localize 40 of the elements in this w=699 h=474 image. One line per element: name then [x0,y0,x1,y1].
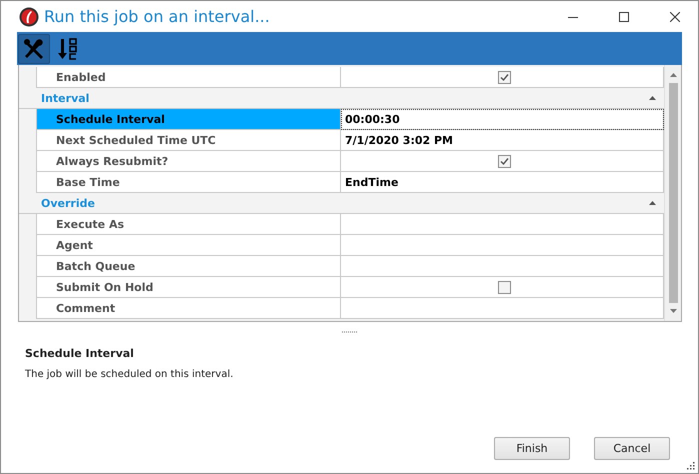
property-name[interactable]: Submit On Hold [36,277,341,298]
property-name[interactable]: Comment [36,298,341,319]
categorized-button[interactable] [18,34,50,64]
sort-icon [56,36,80,60]
tools-icon [23,38,45,60]
property-value[interactable]: 7/1/2020 3:02 PM [341,130,664,151]
collapse-arrow-icon[interactable] [649,201,656,205]
scrollbar[interactable] [664,65,681,321]
value-field[interactable] [341,235,664,256]
scroll-up-arrow-icon[interactable] [670,73,676,77]
scroll-down-arrow-icon[interactable] [670,309,676,313]
value-field[interactable] [341,256,664,277]
collapse-arrow-icon[interactable] [649,96,656,100]
description-text: The job will be scheduled on this interval. [25,369,234,380]
value-field[interactable] [341,298,664,319]
checkbox[interactable] [498,70,510,84]
checkbox[interactable] [498,280,510,294]
property-name[interactable]: Execute As [36,214,341,235]
close-icon[interactable] [670,12,680,22]
window-title: Run this job on an interval... [44,7,271,26]
property-name[interactable]: Agent [36,235,341,256]
property-name[interactable]: Next Scheduled Time UTC [36,130,341,151]
property-value[interactable]: 00:00:30 [341,109,664,130]
checkbox[interactable] [498,154,510,168]
category-title: Interval [41,92,90,104]
app-logo-icon [19,6,39,26]
description-title: Schedule Interval [25,347,135,360]
dialog-button[interactable]: Finish [494,437,570,460]
maximize-icon[interactable] [619,12,629,22]
property-value[interactable]: EndTime [341,172,664,193]
property-name[interactable]: Enabled [36,67,341,88]
property-name[interactable]: Schedule Interval [36,109,341,130]
property-name[interactable]: Always Resubmit? [36,151,341,172]
dialog-button[interactable]: Cancel [594,437,670,460]
resize-grip-icon[interactable] [685,460,695,470]
property-name[interactable]: Base Time [36,172,341,193]
property-name[interactable]: Batch Queue [36,256,341,277]
value-field[interactable] [341,214,664,235]
splitter-grip-icon[interactable] [342,330,358,334]
category-title: Override [41,196,95,210]
